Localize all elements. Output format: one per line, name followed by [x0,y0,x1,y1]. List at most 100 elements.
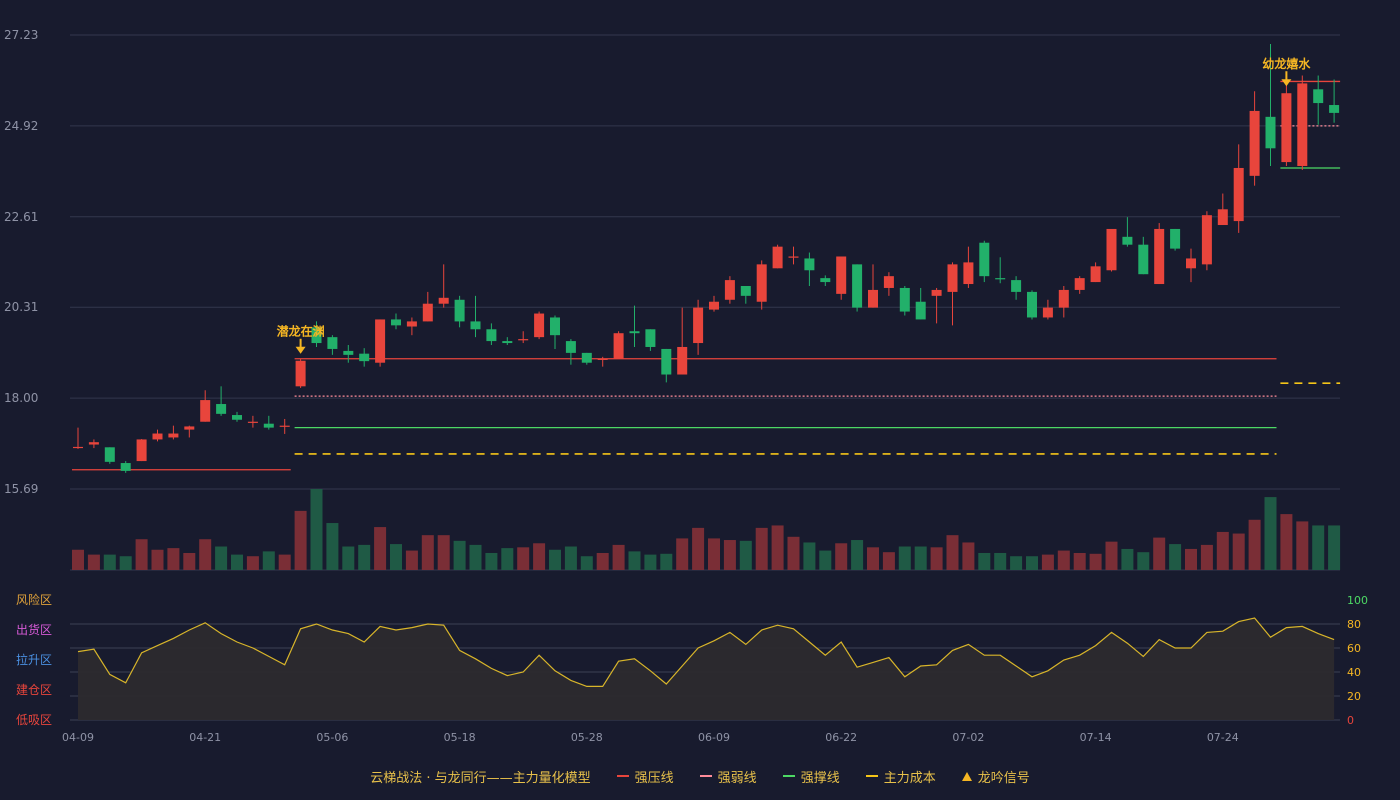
level-lines [72,80,1341,471]
date-tick-label: 05-18 [444,731,476,744]
legend-item-signal[interactable]: 龙吟信号 [961,767,1030,786]
legend-label: 强弱线 [717,770,757,786]
volume-bar [1073,552,1086,570]
volume-bar [660,553,673,570]
volume-bar [167,548,180,570]
volume-bar [1057,550,1070,570]
date-tick-label: 05-28 [571,731,603,744]
stock-chart[interactable]: 27.2324.9222.6120.3118.0015.69 潜龙在渊幼龙嬉水 … [0,0,1400,800]
legend-swatch [699,775,712,777]
candle-body [359,353,370,362]
volume-bar [294,510,307,570]
candle-body [613,333,624,359]
osc-tick-label: 20 [1347,690,1361,703]
volume-bar [310,489,323,570]
legend-item-support[interactable]: 强撑线 [782,767,840,786]
candle-body [1297,83,1308,167]
volume-bar [708,538,720,570]
volume-bar [342,546,355,570]
candle-body [88,442,99,445]
candle-body [565,341,576,353]
candle-body [931,289,942,296]
volume-bar [215,546,228,570]
legend-item-weak[interactable]: 强弱线 [699,767,757,786]
volume-bar [1010,556,1023,570]
price-tick-label: 15.69 [4,482,38,496]
candle-body [1233,167,1244,222]
candle-body [120,463,131,471]
candle-body [629,331,640,334]
volume-bar [390,544,402,570]
volume-bar [278,554,291,570]
candle-body [1249,110,1260,176]
volume-bar [803,542,816,570]
volume-bar [1312,525,1325,570]
volume-bar [1153,537,1166,570]
candle-body [852,264,863,308]
osc-tick-label: 40 [1347,666,1361,679]
volume-bar [819,550,832,570]
volume-bar [87,554,100,570]
volume-bar [1200,544,1213,570]
zone-label: 出货区 [16,622,52,637]
legend-title: 云梯战法 · 与龙同行——主力量化模型 [370,770,591,786]
candle-body [1265,116,1276,149]
candle-body [995,278,1006,280]
candle-body [136,439,147,462]
candle-body [454,299,465,322]
legend-swatch [616,775,629,777]
volume-bar [135,539,148,570]
volume-bar [930,547,943,570]
volume-bar [867,547,879,570]
volume-bars [72,489,1341,570]
volume-bar [437,535,450,570]
volume-bar [692,527,705,570]
zone-label: 建仓区 [16,683,52,697]
candle-body [836,256,847,294]
volume-bar [231,554,243,570]
date-tick-label: 05-06 [316,731,348,744]
candle-body [534,313,545,338]
candle-body [1138,244,1149,275]
legend-item-cost[interactable]: 主力成本 [865,767,936,786]
volume-bar [262,551,275,570]
date-tick-label: 07-24 [1207,731,1239,744]
volume-bar [1121,548,1134,570]
osc-tick-label: 60 [1347,642,1361,655]
candle-body [1074,278,1085,290]
zone-label: 低吸区 [16,713,52,727]
volume-bar [358,544,371,570]
candle-body [597,358,608,360]
volume-bar [1232,533,1245,570]
candle-body [391,319,401,326]
volume-bar [628,551,641,570]
zone-label: 拉升区 [16,652,52,667]
volume-bar [1280,514,1293,570]
volume-bar [374,527,387,570]
volume-bar [501,548,514,570]
osc-tick-label: 0 [1347,714,1354,727]
volume-bar [994,552,1007,570]
volume-bar [533,543,546,570]
volume-bar [485,552,498,570]
volume-bar [1137,552,1150,570]
zone-labels: 风险区出货区拉升区建仓区低吸区 [16,592,52,727]
volume-bar [72,549,84,570]
candle-body [422,303,433,322]
candle-body [1217,209,1228,226]
volume-bar [103,554,116,570]
volume-bar [962,542,975,570]
price-tick-label: 20.31 [4,300,38,314]
date-tick-label: 04-21 [189,731,221,744]
volume-bar [1105,541,1118,570]
signal-arrow-icon [295,346,306,354]
price-axis: 27.23 24.92 22.61 20.31 18.00 15.69 [4,28,38,496]
candle-body [200,400,211,422]
volume-bar [787,536,800,570]
candle-body [375,319,386,363]
candle-body [883,276,894,288]
candle-body [438,297,449,304]
signal-arrow-icon [1281,79,1292,87]
legend-item-pressure[interactable]: 强压线 [616,767,674,786]
volume-bar [1248,519,1261,570]
